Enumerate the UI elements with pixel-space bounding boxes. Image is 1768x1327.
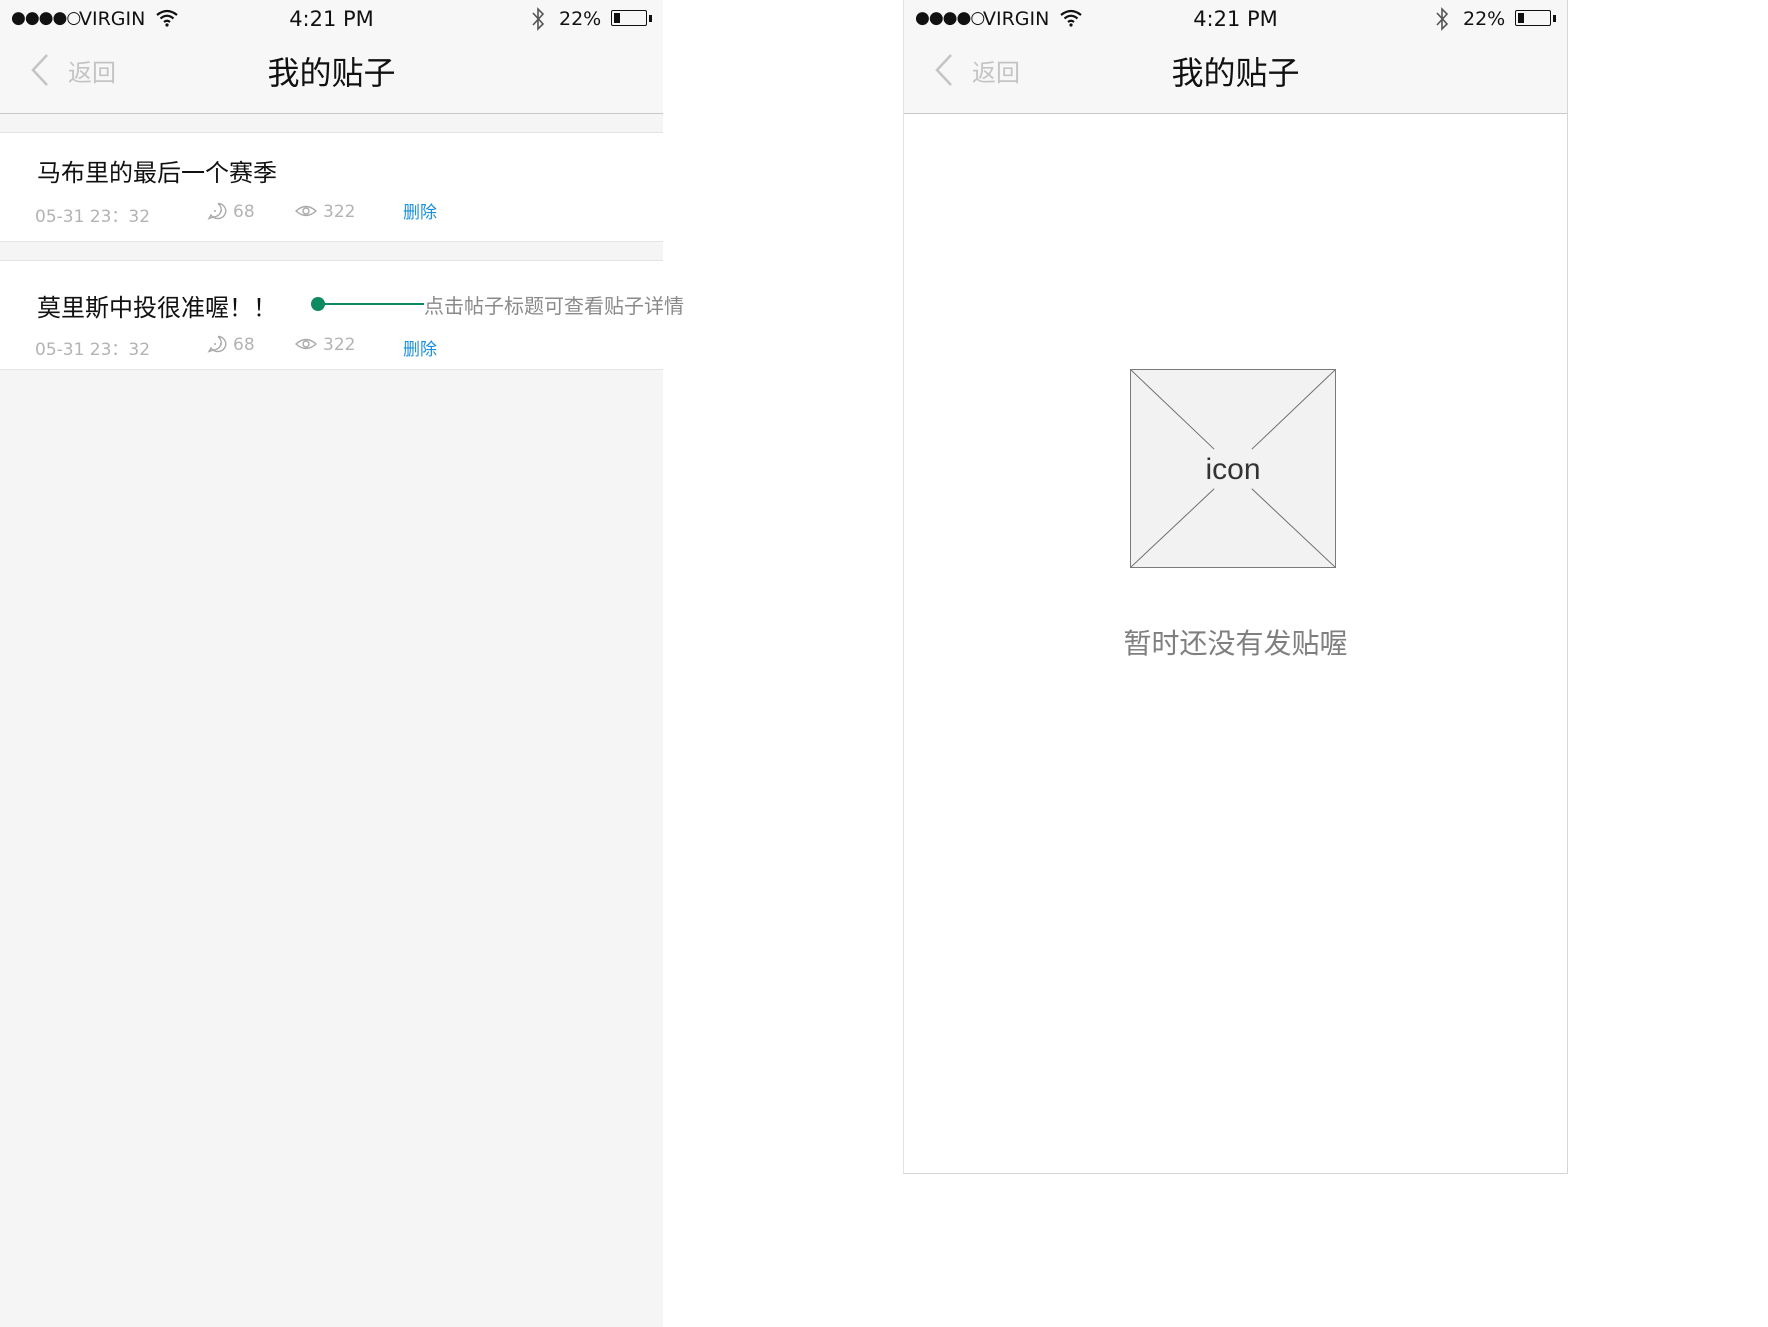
battery-tip — [649, 15, 652, 22]
battery-icon — [611, 10, 647, 26]
post-time: 05-31 23：32 — [35, 340, 151, 360]
battery-icon — [1515, 10, 1551, 26]
eye-icon — [295, 338, 317, 350]
post-title[interactable]: 莫里斯中投很准喔！！ — [37, 288, 277, 323]
empty-state-image-icon: icon — [1130, 369, 1336, 568]
comment-count: 68 — [233, 335, 255, 355]
navigation-bar: 返回 我的贴子 — [0, 38, 663, 114]
post-time: 05-31 23：32 — [35, 207, 151, 227]
annotation-marker — [311, 297, 325, 311]
post-title[interactable]: 马布里的最后一个赛季 — [37, 153, 277, 188]
delete-button[interactable]: 删除 — [403, 198, 437, 223]
post-item: 马布里的最后一个赛季 05-31 23：32 68 322 删除 — [0, 132, 663, 242]
icon-placeholder-label: icon — [1205, 453, 1261, 486]
view-count: 322 — [323, 202, 356, 222]
battery-fill — [614, 13, 620, 23]
empty-state-screen: ●●●●○ VIRGIN 4:21 PM 22% 返回 我的贴子 icon 暂时… — [903, 0, 1568, 1174]
annotation-text: 点击帖子标题可查看贴子详情 — [424, 294, 684, 318]
view-count: 322 — [323, 335, 356, 355]
empty-state-message: 暂时还没有发贴喔 — [1123, 627, 1348, 660]
bluetooth-icon — [532, 7, 545, 31]
comment-icon — [207, 335, 227, 353]
bluetooth-icon — [1436, 7, 1449, 31]
status-bar: ●●●●○ VIRGIN 4:21 PM 22% — [0, 0, 663, 38]
comment-count: 68 — [233, 202, 255, 222]
eye-icon — [295, 205, 317, 217]
battery-fill — [1518, 13, 1524, 23]
comment-icon — [207, 202, 227, 220]
navigation-bar: 返回 我的贴子 — [904, 38, 1567, 114]
battery-percent: 22% — [1463, 8, 1506, 30]
battery-percent: 22% — [559, 8, 602, 30]
status-bar: ●●●●○ VIRGIN 4:21 PM 22% — [904, 0, 1567, 38]
page-title: 我的贴子 — [267, 54, 396, 92]
delete-button[interactable]: 删除 — [403, 335, 437, 360]
page-title: 我的贴子 — [1171, 54, 1300, 92]
battery-tip — [1553, 15, 1556, 22]
annotation-connector — [318, 303, 424, 305]
post-list-screen: ●●●●○ VIRGIN 4:21 PM 22% 返回 我的贴子 马布里的最后一… — [0, 0, 663, 1327]
